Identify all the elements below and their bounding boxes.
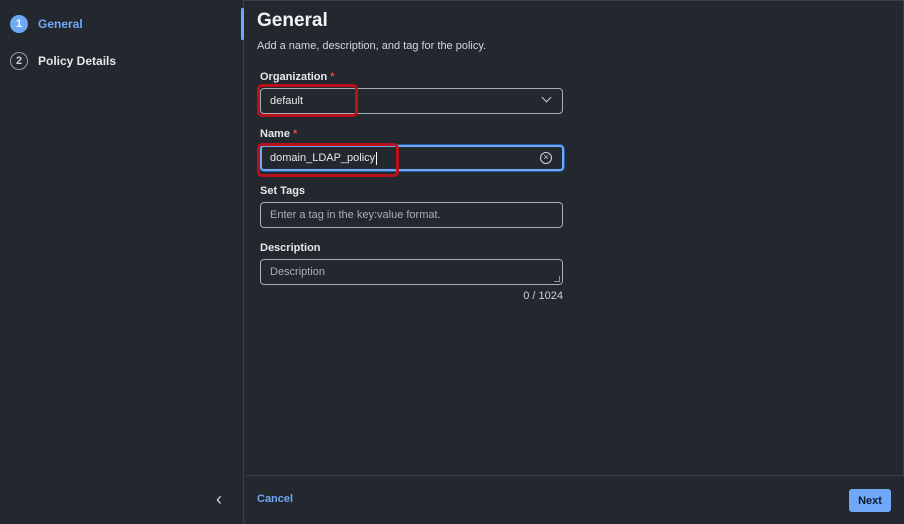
step-label: Policy Details xyxy=(38,54,117,68)
step-policy-details[interactable]: 2 Policy Details xyxy=(10,52,116,70)
name-label-text: Name xyxy=(260,128,290,140)
wizard-footer: Cancel Next xyxy=(245,475,904,524)
organization-label: Organization * xyxy=(260,71,335,83)
main-form: General Add a name, description, and tag… xyxy=(245,0,904,475)
organization-label-text: Organization xyxy=(260,71,328,83)
tags-label: Set Tags xyxy=(260,185,306,197)
text-cursor xyxy=(376,151,378,165)
step-number-badge: 1 xyxy=(10,15,28,33)
page-title: General xyxy=(257,10,328,31)
clear-icon[interactable]: × xyxy=(540,152,552,164)
step-label: General xyxy=(38,17,83,31)
page-subtitle: Add a name, description, and tag for the… xyxy=(257,40,487,52)
chevron-down-icon xyxy=(541,92,552,103)
next-button[interactable]: Next xyxy=(849,489,891,512)
name-value: domain_LDAP_policy xyxy=(270,152,376,164)
active-section-marker xyxy=(241,8,244,40)
name-input[interactable]: domain_LDAP_policy × xyxy=(260,145,564,171)
description-textarea[interactable]: Description xyxy=(260,259,563,285)
description-label: Description xyxy=(260,242,321,254)
cancel-button[interactable]: Cancel xyxy=(257,493,293,505)
tags-input[interactable]: Enter a tag in the key:value format. xyxy=(260,202,563,228)
required-mark: * xyxy=(292,128,298,140)
chevron-left-icon[interactable]: ‹ xyxy=(210,490,228,508)
organization-select[interactable]: default xyxy=(260,88,563,114)
step-number-badge: 2 xyxy=(10,52,28,70)
description-placeholder: Description xyxy=(270,266,326,278)
wizard-sidebar: 1 General 2 Policy Details ‹ xyxy=(0,0,244,524)
name-label: Name * xyxy=(260,128,297,140)
tags-placeholder: Enter a tag in the key:value format. xyxy=(270,209,441,221)
organization-value: default xyxy=(270,95,304,107)
step-general[interactable]: 1 General xyxy=(10,15,83,33)
required-mark: * xyxy=(330,71,335,83)
resize-handle-icon[interactable] xyxy=(554,276,560,282)
character-counter: 0 / 1024 xyxy=(523,290,563,302)
